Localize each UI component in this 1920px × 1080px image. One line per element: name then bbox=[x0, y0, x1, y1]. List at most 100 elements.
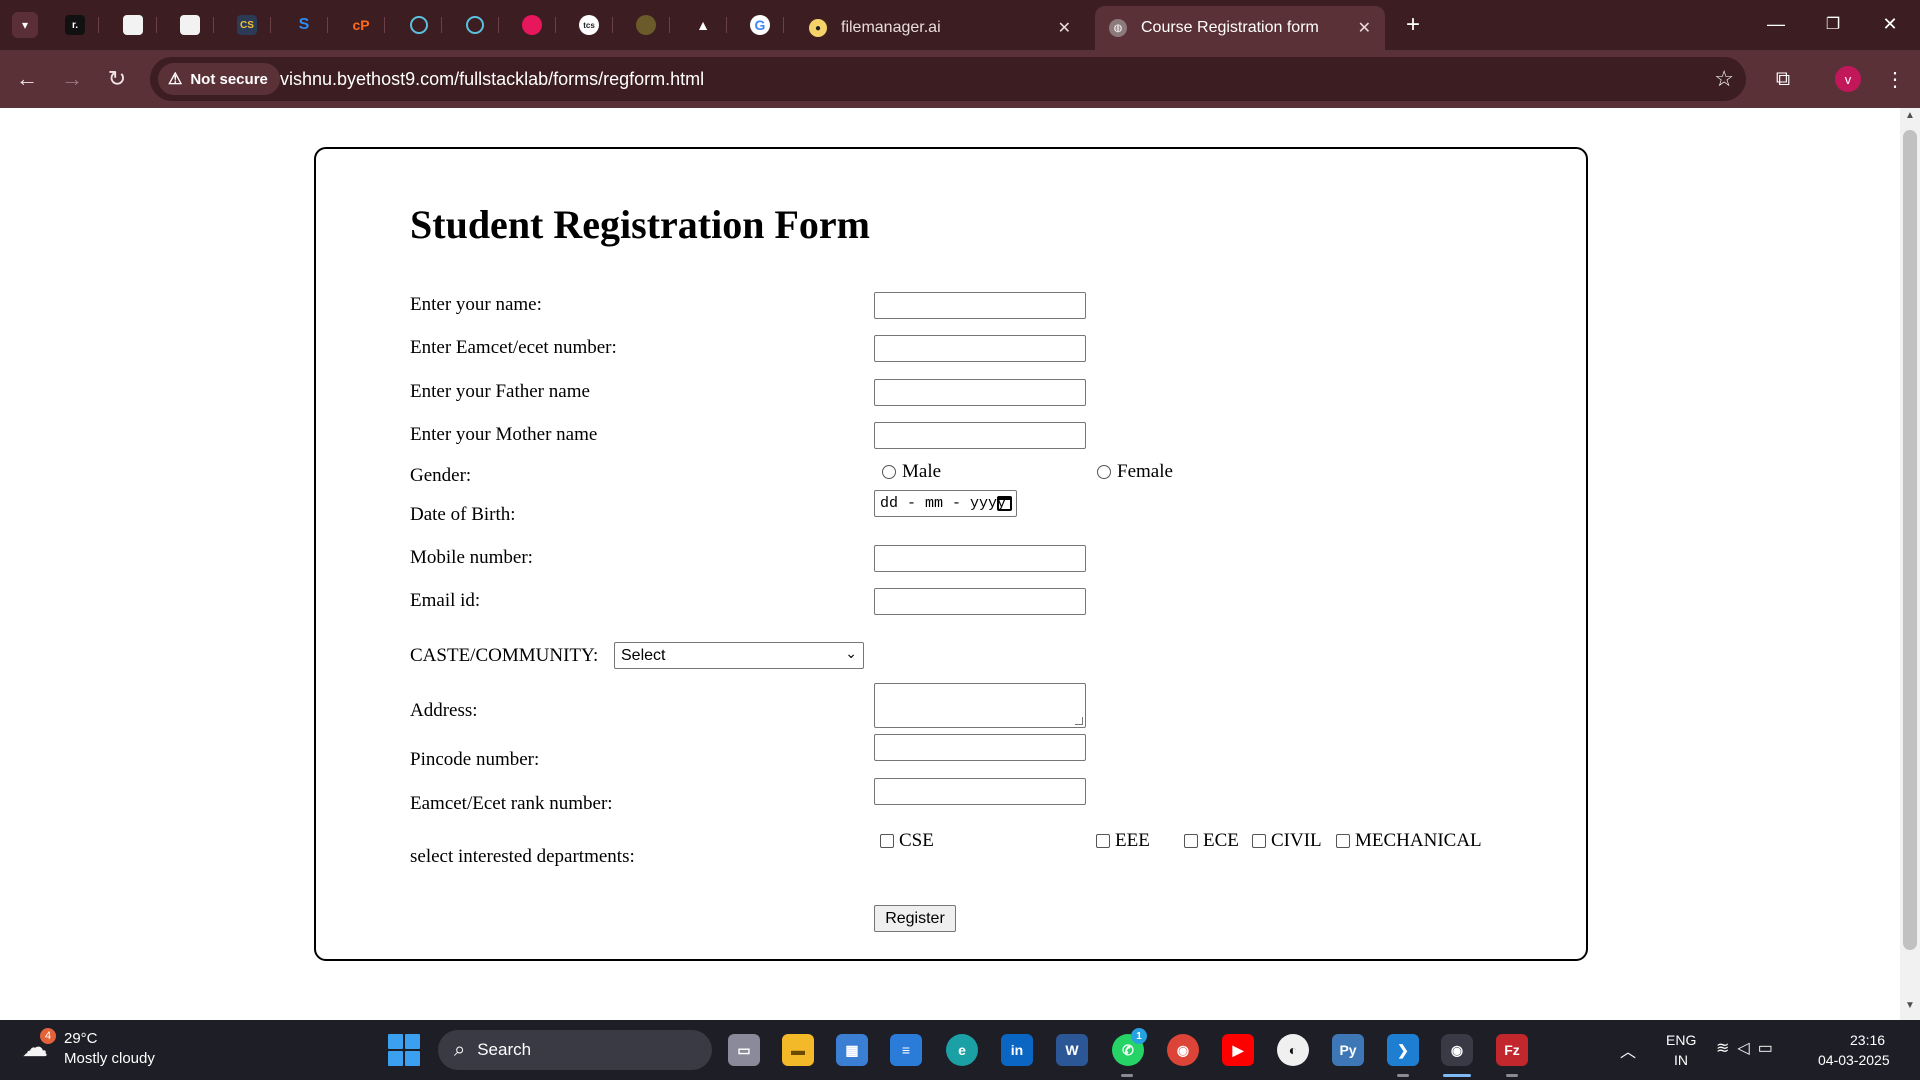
word-icon[interactable]: W bbox=[1056, 1034, 1088, 1066]
pinned-tab-s[interactable]: S bbox=[289, 10, 319, 40]
gender-female-radio[interactable]: Female bbox=[1097, 461, 1173, 483]
scroll-up-arrow-icon[interactable]: ▲ bbox=[1900, 110, 1920, 126]
file-explorer-icon[interactable]: ▬ bbox=[782, 1034, 814, 1066]
tab-separator bbox=[555, 17, 556, 33]
scrollbar-thumb[interactable] bbox=[1903, 130, 1917, 950]
weather-description[interactable]: Mostly cloudy bbox=[64, 1050, 155, 1067]
mobile-input[interactable] bbox=[874, 545, 1086, 572]
pinned-tab-document[interactable] bbox=[118, 10, 148, 40]
new-tab-plus-icon[interactable]: + bbox=[1398, 10, 1428, 40]
tab-separator bbox=[384, 17, 385, 33]
pinned-tab-r[interactable]: r. bbox=[60, 10, 90, 40]
tab-filemanager[interactable]: ● filemanager.ai ✕ bbox=[795, 6, 1085, 50]
bookmark-star-icon[interactable]: ☆ bbox=[1714, 66, 1734, 92]
pinned-tab-triangle[interactable]: ▲ bbox=[688, 10, 718, 40]
tab-search-chevron-icon[interactable]: ▾ bbox=[12, 12, 38, 38]
microsoft-store-icon[interactable]: ▦ bbox=[836, 1034, 868, 1066]
eamcet-number-input[interactable] bbox=[874, 335, 1086, 362]
gender-male-radio[interactable]: Male bbox=[882, 461, 941, 483]
filezilla-icon[interactable]: Fz bbox=[1496, 1034, 1528, 1066]
s-logo-icon: S bbox=[298, 16, 310, 33]
kebab-menu-icon[interactable]: ⋮ bbox=[1878, 62, 1912, 96]
url-text[interactable]: vishnu.byethost9.com/fullstacklab/forms/… bbox=[280, 69, 704, 90]
minimize-icon[interactable]: — bbox=[1758, 8, 1794, 40]
close-tab-icon[interactable]: ✕ bbox=[1358, 18, 1371, 38]
pinned-tab-pink[interactable] bbox=[517, 10, 547, 40]
register-button[interactable]: Register bbox=[874, 905, 956, 932]
department-mechanical-checkbox[interactable]: MECHANICAL bbox=[1336, 830, 1482, 852]
battery-icon[interactable]: ▭ bbox=[1758, 1040, 1781, 1057]
python-icon[interactable]: Py bbox=[1332, 1034, 1364, 1066]
extensions-puzzle-icon[interactable]: ⧉ bbox=[1766, 62, 1800, 96]
department-cse-checkbox[interactable]: CSE bbox=[880, 830, 934, 852]
email-input[interactable] bbox=[874, 588, 1086, 615]
notepad-icon[interactable]: ≡ bbox=[890, 1034, 922, 1066]
globe-icon: ◍ bbox=[1109, 19, 1127, 37]
taskbar-search[interactable]: ⌕ Search bbox=[438, 1030, 712, 1070]
checkbox-label: ECE bbox=[1203, 830, 1239, 851]
address-textarea[interactable] bbox=[874, 683, 1086, 728]
tab-separator bbox=[213, 17, 214, 33]
close-window-icon[interactable]: ✕ bbox=[1872, 8, 1908, 40]
clock-time[interactable]: 23:16 bbox=[1850, 1032, 1885, 1048]
browser-tab-bar: ▾ r. CS S cP tcs ▲ G ● filemanager.ai ✕ … bbox=[0, 0, 1920, 50]
back-arrow-icon[interactable]: ← bbox=[10, 62, 44, 96]
checkbox-box bbox=[1252, 834, 1266, 848]
language-indicator[interactable]: ENG bbox=[1666, 1032, 1696, 1048]
resize-grip-icon[interactable] bbox=[1075, 717, 1083, 725]
start-tile bbox=[405, 1051, 420, 1066]
pinned-tab-emblem[interactable] bbox=[631, 10, 661, 40]
mother-name-input[interactable] bbox=[874, 422, 1086, 449]
department-ece-checkbox[interactable]: ECE bbox=[1184, 830, 1239, 852]
gender-label: Gender: bbox=[410, 465, 472, 486]
tray-chevron-up-icon[interactable]: ︿ bbox=[1620, 1038, 1636, 1062]
weather-temperature[interactable]: 29°C bbox=[64, 1030, 98, 1047]
scroll-down-arrow-icon[interactable]: ▼ bbox=[1900, 1000, 1920, 1016]
task-view-icon[interactable]: ▭ bbox=[728, 1034, 760, 1066]
vscode-icon[interactable]: ❯ bbox=[1387, 1034, 1419, 1066]
pinned-tab-spiral[interactable] bbox=[404, 10, 434, 40]
volume-icon[interactable]: ◁ bbox=[1737, 1040, 1757, 1057]
profile-avatar[interactable]: v bbox=[1835, 66, 1861, 92]
dob-date-input[interactable]: dd - mm - yyyy bbox=[874, 490, 1017, 517]
mobile-label: Mobile number: bbox=[410, 547, 533, 568]
github-icon[interactable]: ◐ bbox=[1277, 1034, 1309, 1066]
tab-course-registration[interactable]: ◍ Course Registration form ✕ bbox=[1095, 6, 1385, 50]
departments-label: select interested departments: bbox=[410, 846, 635, 867]
linkedin-icon[interactable]: in bbox=[1001, 1034, 1033, 1066]
pinned-tab-spiral-2[interactable] bbox=[460, 10, 490, 40]
eamcet-number-label: Enter Eamcet/ecet number: bbox=[410, 337, 617, 358]
clock-date[interactable]: 04-03-2025 bbox=[1818, 1052, 1890, 1068]
pinned-tab-document-2[interactable] bbox=[175, 10, 205, 40]
reload-icon[interactable]: ↻ bbox=[100, 62, 134, 96]
pinned-tab-cp[interactable]: cP bbox=[346, 10, 376, 40]
pincode-input[interactable] bbox=[874, 734, 1086, 761]
chrome-icon[interactable]: ◉ bbox=[1167, 1034, 1199, 1066]
region-indicator[interactable]: IN bbox=[1674, 1052, 1688, 1068]
caste-select[interactable]: Select ⌄ bbox=[614, 642, 864, 669]
father-name-input[interactable] bbox=[874, 379, 1086, 406]
tray-icons[interactable]: ≋◁▭ bbox=[1716, 1038, 1781, 1058]
pinned-tab-google[interactable]: G bbox=[745, 10, 775, 40]
page-scrollbar[interactable]: ▲ ▼ bbox=[1900, 108, 1920, 1020]
youtube-icon[interactable]: ▶ bbox=[1222, 1034, 1254, 1066]
not-secure-chip[interactable]: ⚠ Not secure bbox=[158, 63, 280, 95]
triangle-logo-icon: ▲ bbox=[696, 17, 710, 33]
restore-icon[interactable]: ❐ bbox=[1815, 8, 1851, 40]
wifi-icon[interactable]: ≋ bbox=[1716, 1040, 1737, 1057]
forward-arrow-icon[interactable]: → bbox=[55, 62, 89, 96]
department-eee-checkbox[interactable]: EEE bbox=[1096, 830, 1150, 852]
close-tab-icon[interactable]: ✕ bbox=[1058, 18, 1071, 38]
pinned-tab-tcs[interactable]: tcs bbox=[574, 10, 604, 40]
calendar-icon[interactable] bbox=[997, 496, 1012, 511]
department-civil-checkbox[interactable]: CIVIL bbox=[1252, 830, 1322, 852]
rank-label: Eamcet/Ecet rank number: bbox=[410, 793, 613, 814]
checkbox-box bbox=[1184, 834, 1198, 848]
address-bar[interactable]: ⚠ Not secure vishnu.byethost9.com/fullst… bbox=[150, 57, 1746, 101]
edge-browser-icon[interactable]: e bbox=[946, 1034, 978, 1066]
name-input[interactable] bbox=[874, 292, 1086, 319]
windows-start-button[interactable] bbox=[388, 1034, 420, 1066]
pinned-tab-cs[interactable]: CS bbox=[232, 10, 262, 40]
rank-input[interactable] bbox=[874, 778, 1086, 805]
chrome-profile-icon[interactable]: ◉ bbox=[1441, 1034, 1473, 1066]
